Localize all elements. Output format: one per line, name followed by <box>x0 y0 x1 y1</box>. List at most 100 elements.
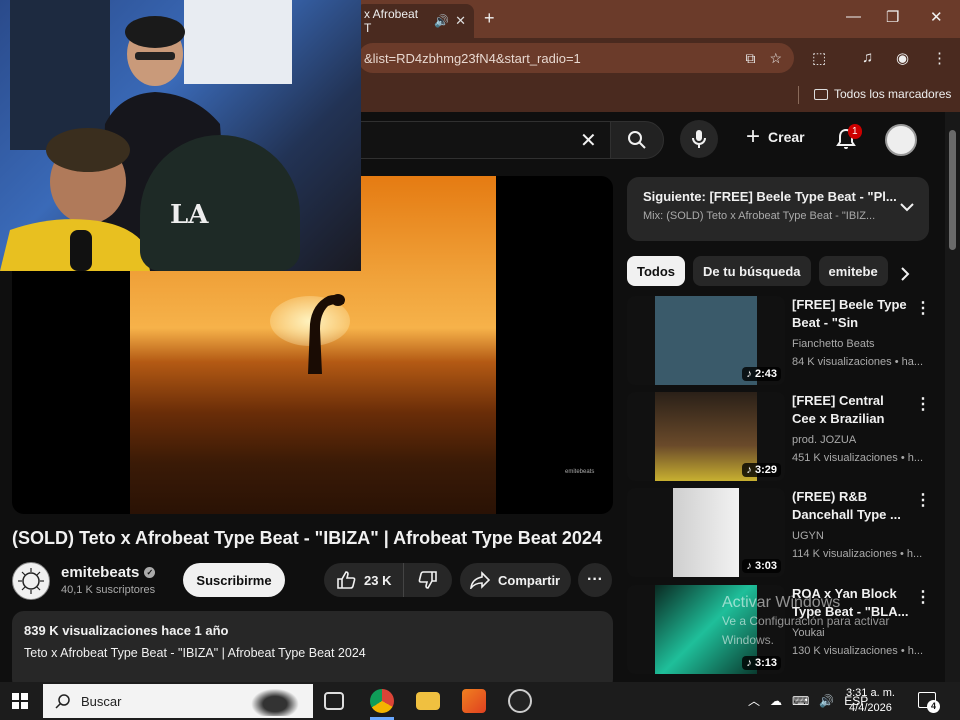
activation-title: Activar Windows <box>722 594 841 611</box>
recommendation-views: 451 K visualizaciones • h... <box>792 452 924 464</box>
microphone-icon <box>692 130 706 148</box>
description-box[interactable]: 839 K visualizaciones hace 1 año Teto x … <box>12 611 613 691</box>
chevron-down-icon[interactable] <box>899 199 915 215</box>
file-explorer-icon[interactable] <box>416 692 440 710</box>
windows-start-icon[interactable] <box>12 693 28 709</box>
url-field[interactable]: &list=RD4zbhmg23fN4&start_radio=1 ⧉ ☆ <box>358 43 794 73</box>
chip-channel[interactable]: emitebe <box>818 256 888 286</box>
thumbnail-image <box>673 488 739 577</box>
thumbs-down-icon <box>418 571 437 589</box>
activation-subtitle: Ve a Configuración para activar Windows. <box>722 614 890 647</box>
search-button[interactable] <box>610 121 664 159</box>
more-actions-button[interactable]: ··· <box>578 563 612 597</box>
create-label: Crear <box>768 129 805 145</box>
video-thumbnail[interactable]: ♪ 3:29 <box>627 392 785 481</box>
browser-tab[interactable]: x Afrobeat T 🔊 ✕ <box>356 4 474 38</box>
view-count-date: 839 K visualizaciones hace 1 año <box>24 623 229 638</box>
search-input[interactable] <box>358 121 610 159</box>
kebab-menu-icon[interactable]: ⋮ <box>915 394 931 414</box>
recommendation-item[interactable]: ♪ 2:43 [FREE] Beele Type Beat - "Sin Pen… <box>627 296 931 386</box>
share-label: Compartir <box>498 572 561 588</box>
like-button[interactable]: 23 K <box>324 563 404 597</box>
clear-search-icon[interactable]: ✕ <box>580 128 597 153</box>
folder-icon <box>814 88 828 100</box>
browser-menu-icon[interactable]: ⋮ <box>932 49 947 67</box>
minimize-icon[interactable]: — <box>846 8 861 25</box>
share-icon <box>470 571 490 589</box>
windows-activation-watermark: Activar Windows Ve a Configuración para … <box>722 594 932 650</box>
video-thumbnail[interactable]: ♪ 2:43 <box>627 296 785 385</box>
bookmarks-separator <box>798 86 799 104</box>
channel-avatar[interactable] <box>12 562 50 600</box>
share-button[interactable]: Compartir <box>460 563 571 597</box>
fl-studio-icon[interactable] <box>462 689 486 713</box>
dislike-button[interactable] <box>404 563 452 597</box>
video-thumbnail[interactable]: ♪ 3:03 <box>627 488 785 577</box>
video-duration: ♪ 3:03 <box>742 559 781 573</box>
video-duration: ♪ 3:13 <box>742 656 781 670</box>
chrome-icon[interactable] <box>370 689 394 713</box>
volume-icon[interactable]: 🔊 <box>819 694 834 708</box>
close-window-icon[interactable]: ✕ <box>930 8 943 26</box>
subscriber-count: 40,1 K suscriptores <box>61 584 156 596</box>
app-icon[interactable] <box>508 689 532 713</box>
bookmark-star-icon[interactable]: ☆ <box>769 50 782 67</box>
recommendation-item[interactable]: ♪ 3:03 (FREE) R&B Dancehall Type ... UGY… <box>627 488 931 578</box>
chip-from-search[interactable]: De tu búsqueda <box>693 256 811 286</box>
recommendation-title[interactable]: [FREE] Beele Type Beat - "Sin Pensa... <box>792 296 910 332</box>
install-app-icon[interactable]: ⧉ <box>745 50 755 67</box>
speaker-icon[interactable]: 🔊 <box>434 14 449 28</box>
recommendation-title[interactable]: [FREE] Central Cee x Brazilian Funk ... <box>792 392 910 428</box>
video-title: (SOLD) Teto x Afrobeat Type Beat - "IBIZ… <box>12 528 602 548</box>
search-icon <box>55 694 70 709</box>
task-view-icon[interactable] <box>324 692 344 710</box>
notification-badge: 1 <box>848 124 862 139</box>
like-count: 23 K <box>364 572 392 588</box>
scrollbar-thumb[interactable] <box>949 130 956 250</box>
webcam-person <box>0 128 150 271</box>
channel-name-text: emitebeats <box>61 564 140 581</box>
new-tab-icon[interactable]: + <box>484 8 495 29</box>
recommendation-channel: prod. JOZUA <box>792 434 857 446</box>
create-button[interactable]: + Crear <box>746 125 805 149</box>
recommendation-item[interactable]: ♪ 3:29 [FREE] Central Cee x Brazilian Fu… <box>627 392 931 482</box>
taskbar-clock[interactable]: 3:31 a. m. 4/4/2026 <box>846 686 895 716</box>
chevron-up-icon[interactable]: ︿ <box>748 692 760 709</box>
recommendation-channel: Fianchetto Beats <box>792 338 875 350</box>
thumbs-up-icon <box>337 571 356 589</box>
notification-count-badge: 4 <box>927 700 940 713</box>
onedrive-icon[interactable]: ☁ <box>770 694 782 708</box>
silhouette-figure <box>308 294 345 374</box>
taskbar-search-input[interactable]: Buscar <box>43 684 313 718</box>
chip-all[interactable]: Todos <box>627 256 686 286</box>
recommendation-title[interactable]: (FREE) R&B Dancehall Type ... <box>792 488 910 524</box>
bird-illustration-icon <box>247 686 303 716</box>
video-watermark: emitebeats <box>565 469 595 475</box>
up-next-panel[interactable]: Siguiente: [FREE] Beele Type Beat - "Pl.… <box>627 177 929 241</box>
page-scrollbar[interactable] <box>945 112 960 682</box>
channel-name[interactable]: emitebeats ✓ <box>61 564 156 581</box>
avatar[interactable] <box>885 124 917 156</box>
up-next-title: Siguiente: [FREE] Beele Type Beat - "Pl.… <box>643 189 897 204</box>
video-duration: ♪ 3:29 <box>742 463 781 477</box>
kebab-menu-icon[interactable]: ⋮ <box>915 490 931 510</box>
filter-chips: Todos De tu búsqueda emitebe <box>627 256 917 286</box>
video-duration: ♪ 2:43 <box>742 367 781 381</box>
like-dislike-group: 23 K <box>324 563 452 597</box>
voice-search-button[interactable] <box>680 120 718 158</box>
restore-icon[interactable]: ❐ <box>886 8 899 26</box>
network-icon[interactable]: ⌨ <box>792 694 809 708</box>
search-icon <box>628 131 646 149</box>
sun-logo-icon <box>18 568 44 594</box>
cap-logo: LA <box>170 200 209 230</box>
extensions-icon[interactable]: ⬚ <box>812 49 826 67</box>
close-tab-icon[interactable]: ✕ <box>455 13 466 29</box>
all-bookmarks-button[interactable]: Todos los marcadores <box>814 87 951 101</box>
taskbar-search-label: Buscar <box>81 693 122 709</box>
subscribe-button[interactable]: Suscribirme <box>183 563 285 597</box>
kebab-menu-icon[interactable]: ⋮ <box>915 298 931 318</box>
recommendation-views: 114 K visualizaciones • h... <box>792 548 923 560</box>
media-control-icon[interactable]: ♫ <box>862 49 873 66</box>
profile-icon[interactable]: ◉ <box>896 49 909 67</box>
chevron-right-icon[interactable] <box>898 266 912 282</box>
